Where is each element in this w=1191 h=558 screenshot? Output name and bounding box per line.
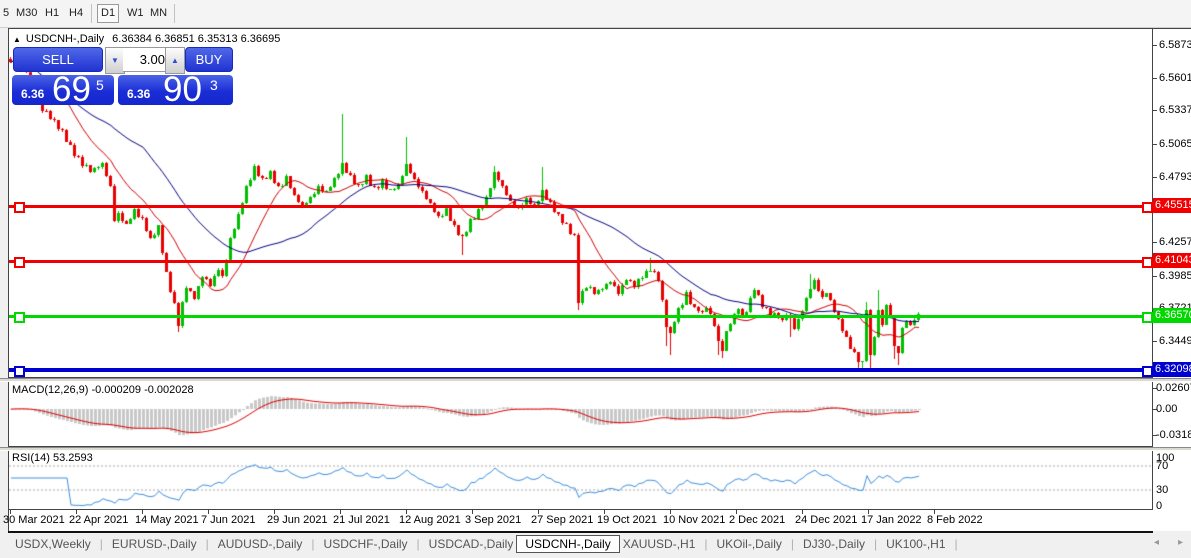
volume-input[interactable]	[123, 47, 169, 72]
chart-title: ▲ USDCNH-,Daily 6.36384 6.36851 6.35313 6.…	[13, 33, 280, 45]
tab-usdcnh-daily[interactable]: USDCNH-,Daily	[516, 534, 620, 553]
price-axis-column[interactable]	[1153, 29, 1191, 510]
horizontal-line-6.36570[interactable]	[9, 315, 1152, 318]
tab-usdchf-daily[interactable]: USDCHF-,Daily	[321, 536, 411, 552]
ask-price-prefix: 6.36	[127, 87, 151, 101]
horizontal-line-6.45515[interactable]	[9, 205, 1152, 208]
timeframe-button-h4[interactable]: H4	[66, 5, 86, 22]
tab-separator: |	[790, 536, 794, 551]
date-axis-strip[interactable]	[9, 510, 1191, 531]
line-handle[interactable]	[14, 366, 25, 377]
tab-separator: |	[311, 536, 315, 551]
line-handle[interactable]	[1142, 257, 1153, 268]
timeframe-button-m5[interactable]: 5	[0, 5, 12, 22]
tab-separator: |	[874, 536, 878, 551]
toolbar-separator	[91, 4, 92, 23]
one-click-trading-panel: SELL ▼ ▲ BUY 6.36 69 5 6.36 90 3	[12, 45, 233, 109]
toolbar-separator	[174, 4, 175, 23]
timeframe-button-d1[interactable]: D1	[97, 4, 120, 23]
tab-dj30-daily[interactable]: DJ30-,Daily	[800, 536, 868, 552]
horizontal-line-6.41043[interactable]	[9, 260, 1152, 263]
tab-usdx-weekly[interactable]: USDX,Weekly	[12, 536, 94, 552]
tab-separator: |	[416, 536, 420, 551]
line-handle[interactable]	[14, 312, 25, 323]
horizontal-line-6.32098[interactable]	[9, 368, 1152, 372]
bid-price-pip-digit: 5	[96, 77, 104, 93]
tab-scroll-left-icon[interactable]: ◂	[1154, 537, 1159, 548]
macd-label: MACD(12,26,9) -0.000209 -0.002028	[12, 384, 194, 396]
axis-separator-line	[1152, 28, 1153, 510]
bid-price-big-digits: 69	[52, 70, 91, 109]
tab-eurusd-daily[interactable]: EURUSD-,Daily	[109, 536, 200, 552]
tab-xauusd-h1[interactable]: XAUUSD-,H1	[620, 536, 699, 552]
timeframe-button-mn[interactable]: MN	[147, 5, 170, 22]
line-handle[interactable]	[14, 202, 25, 213]
tab-ukoil-daily[interactable]: UKOil-,Daily	[714, 536, 785, 552]
line-handle[interactable]	[1142, 366, 1153, 377]
ohlc-values: 6.36384 6.36851 6.35313 6.36695	[112, 33, 281, 45]
timeframe-button-h1[interactable]: H1	[42, 5, 62, 22]
ask-price-box[interactable]: 6.36 90 3	[118, 70, 233, 109]
bid-price-prefix: 6.36	[21, 87, 45, 101]
line-handle[interactable]	[14, 257, 25, 268]
tab-scroll-right-icon[interactable]: ▸	[1178, 537, 1183, 548]
tab-separator: |	[205, 536, 209, 551]
chart-tab-bar: USDX,Weekly | EURUSD-,Daily | AUDUSD-,Dail…	[0, 533, 1191, 554]
ask-price-big-digits: 90	[163, 70, 202, 109]
collapse-triangle-icon[interactable]: ▲	[13, 35, 21, 44]
sell-button[interactable]: SELL	[13, 47, 103, 72]
timeframe-toolbar: 5 M30 H1 H4 D1 W1 MN	[0, 0, 1191, 28]
volume-decrease-button[interactable]: ▼	[105, 47, 125, 74]
rsi-label: RSI(14) 53.2593	[12, 452, 93, 464]
chart-symbol-label: USDCNH-,Daily	[25, 33, 105, 45]
tab-separator: |	[704, 536, 708, 551]
tab-separator: |	[954, 536, 958, 551]
buy-button[interactable]: BUY	[185, 47, 233, 72]
line-handle[interactable]	[1142, 202, 1153, 213]
tab-uk100-h1[interactable]: UK100-,H1	[883, 536, 948, 552]
tab-separator: |	[99, 536, 103, 551]
rsi-indicator-canvas[interactable]	[9, 451, 1152, 509]
ask-price-pip-digit: 3	[210, 77, 218, 93]
line-handle[interactable]	[1142, 312, 1153, 323]
tab-usdcad-daily[interactable]: USDCAD-,Daily	[426, 536, 517, 552]
timeframe-button-m30[interactable]: M30	[13, 5, 40, 22]
tab-audusd-daily[interactable]: AUDUSD-,Daily	[215, 536, 306, 552]
timeframe-button-w1[interactable]: W1	[124, 5, 147, 22]
bid-price-box[interactable]: 6.36 69 5	[12, 70, 114, 109]
